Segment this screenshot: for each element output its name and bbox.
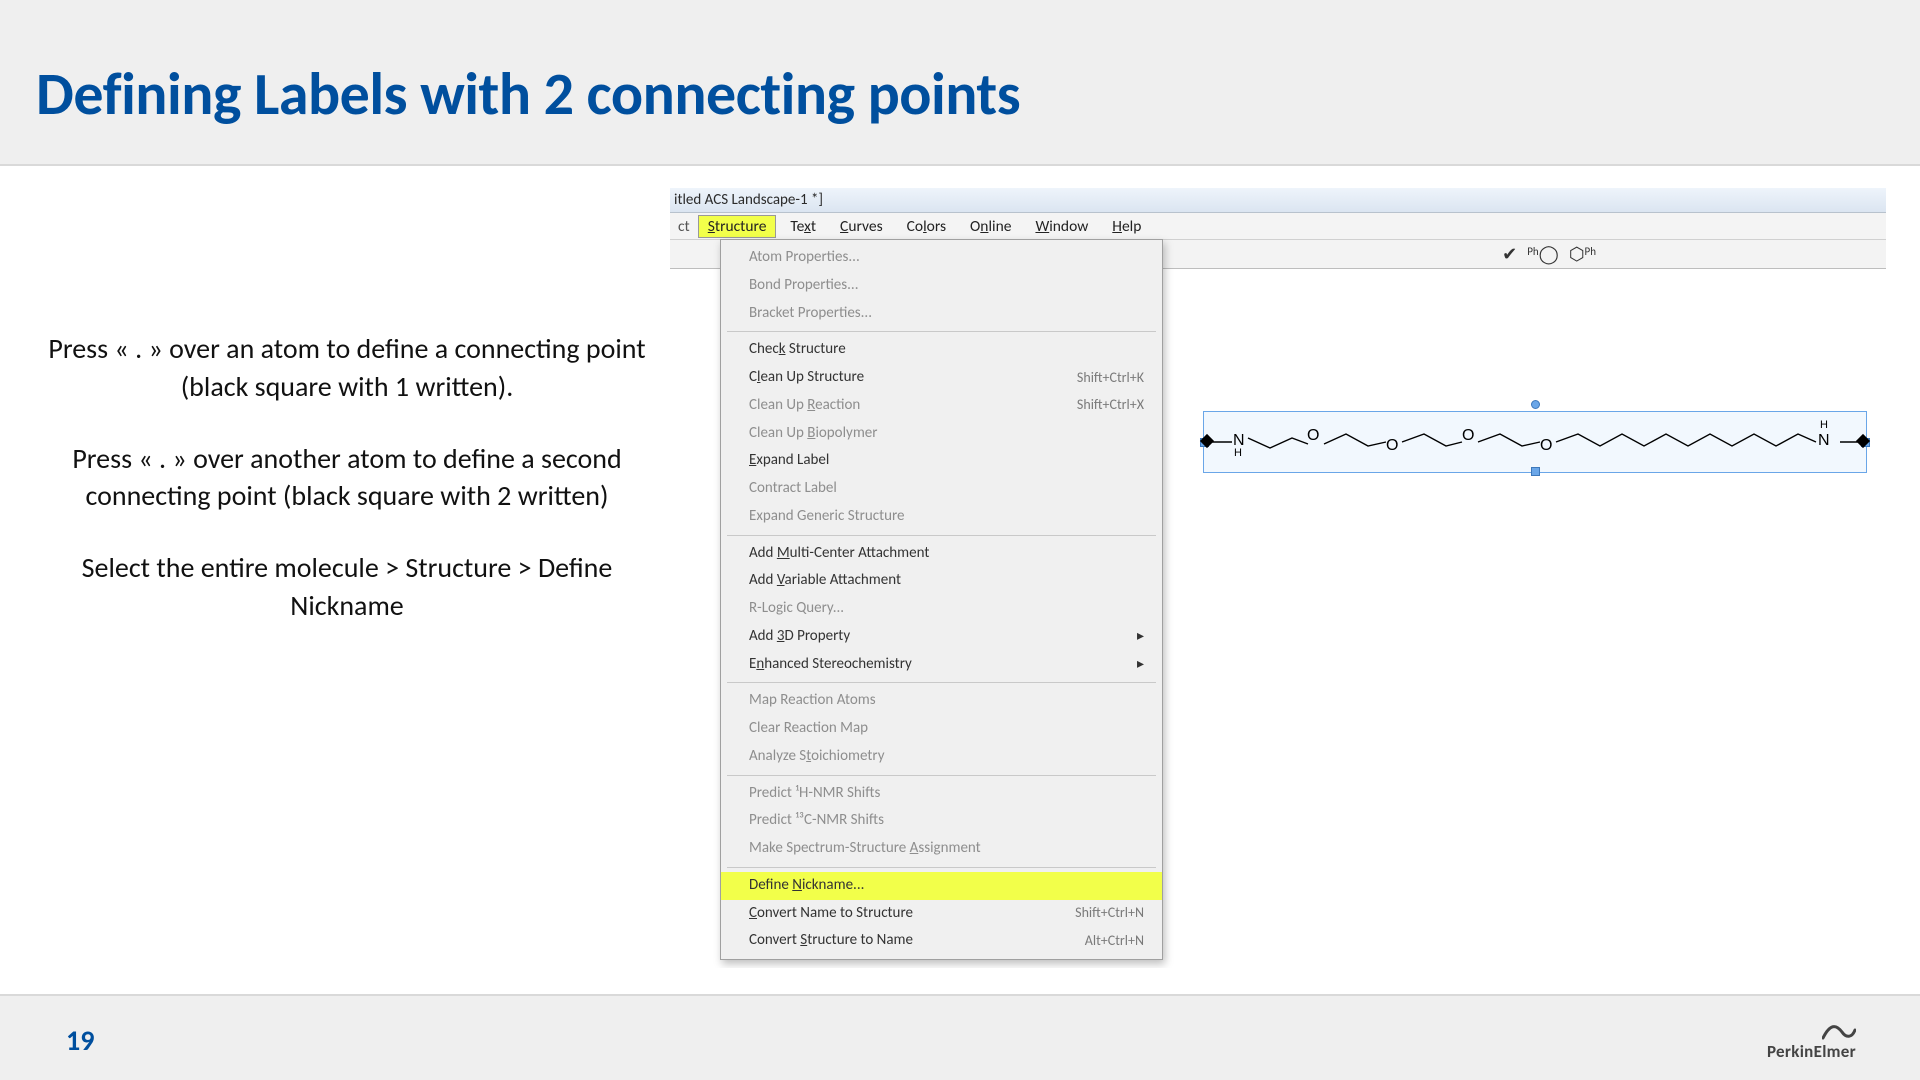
menu-analyze-stoichiometry[interactable]: Analyze Stoichiometry: [721, 743, 1162, 771]
menu-add-multi-center[interactable]: Add Multi-Center Attachment: [721, 540, 1162, 568]
menu-online[interactable]: Online: [960, 215, 1021, 238]
selection-handle[interactable]: [1531, 400, 1540, 409]
menu-clean-up-structure[interactable]: Clean Up StructureShift+Ctrl+K: [721, 364, 1162, 392]
atom-o-3: O: [1462, 428, 1474, 444]
menu-clean-up-biopolymer[interactable]: Clean Up Biopolymer: [721, 420, 1162, 448]
menu-enhanced-stereo[interactable]: Enhanced Stereochemistry▸: [721, 651, 1162, 679]
menu-bar: ct Structure Text Curves Colors Online W…: [670, 213, 1886, 240]
window-title-bar: itled ACS Landscape-1 *]: [670, 188, 1886, 213]
atom-o-2: O: [1386, 438, 1398, 454]
menu-predict-1h[interactable]: Predict ¹H-NMR Shifts: [721, 780, 1162, 808]
menu-colors[interactable]: Colors: [897, 215, 956, 238]
menu-convert-structure-to-name[interactable]: Convert Structure to NameAlt+Ctrl+N: [721, 927, 1162, 955]
instruction-para-1: Press « . » over an atom to define a con…: [32, 330, 662, 406]
tool-icon-3[interactable]: ⬡Ph: [1569, 243, 1596, 265]
menu-clear-reaction-map[interactable]: Clear Reaction Map: [721, 715, 1162, 743]
menu-map-reaction-atoms[interactable]: Map Reaction Atoms: [721, 687, 1162, 715]
menu-bond-properties[interactable]: Bond Properties...: [721, 272, 1162, 300]
menu-curves[interactable]: Curves: [830, 215, 893, 238]
menu-add-variable[interactable]: Add Variable Attachment: [721, 567, 1162, 595]
menu-bracket-properties[interactable]: Bracket Properties...: [721, 300, 1162, 328]
window-title-text: itled ACS Landscape-1 *]: [674, 191, 823, 209]
chemdraw-app-window: itled ACS Landscape-1 *] ct Structure Te…: [670, 188, 1886, 968]
menu-make-spectrum[interactable]: Make Spectrum-Structure Assignment: [721, 835, 1162, 863]
menu-atom-properties[interactable]: Atom Properties...: [721, 244, 1162, 272]
menu-help[interactable]: Help: [1102, 215, 1151, 238]
menu-define-nickname[interactable]: Define Nickname...: [721, 872, 1162, 900]
molecule-structure: [1204, 412, 1866, 472]
menu-convert-name-to-structure[interactable]: Convert Name to StructureShift+Ctrl+N: [721, 900, 1162, 928]
menu-expand-label[interactable]: Expand Label: [721, 447, 1162, 475]
perkinelmer-logo: PerkinElmer: [1767, 1020, 1856, 1062]
menu-fragment-left: ct: [674, 217, 694, 236]
menu-predict-13c[interactable]: Predict ¹³C-NMR Shifts: [721, 807, 1162, 835]
menu-window[interactable]: Window: [1025, 215, 1098, 238]
atom-n-right: N: [1818, 433, 1830, 449]
menu-clean-up-reaction[interactable]: Clean Up ReactionShift+Ctrl+X: [721, 392, 1162, 420]
page-number: 19: [66, 1023, 94, 1058]
slide-title: Defining Labels with 2 connecting points: [36, 58, 1020, 131]
menu-expand-generic[interactable]: Expand Generic Structure: [721, 503, 1162, 531]
molecule-selection-box[interactable]: N H O O O O N H: [1203, 411, 1867, 473]
structure-menu-dropdown: Atom Properties... Bond Properties... Br…: [720, 239, 1163, 960]
atom-h-right-top: H: [1820, 420, 1828, 431]
instruction-para-2: Press « . » over another atom to define …: [32, 440, 662, 516]
menu-text[interactable]: Text: [780, 215, 826, 238]
instruction-para-3: Select the entire molecule > Structure >…: [32, 549, 662, 625]
menu-contract-label[interactable]: Contract Label: [721, 475, 1162, 503]
lasso-tool-icon[interactable]: ✔: [1502, 243, 1517, 265]
menu-structure[interactable]: Structure: [698, 215, 777, 238]
atom-h-left: H: [1234, 448, 1242, 459]
menu-r-logic[interactable]: R-Logic Query...: [721, 595, 1162, 623]
menu-check-structure[interactable]: Check Structure: [721, 336, 1162, 364]
atom-o-1: O: [1307, 428, 1319, 444]
menu-add-3d[interactable]: Add 3D Property▸: [721, 623, 1162, 651]
atom-o-4: O: [1540, 438, 1552, 454]
fill-tool-icon[interactable]: Ph◯: [1527, 243, 1559, 265]
instruction-text: Press « . » over an atom to define a con…: [32, 330, 662, 659]
